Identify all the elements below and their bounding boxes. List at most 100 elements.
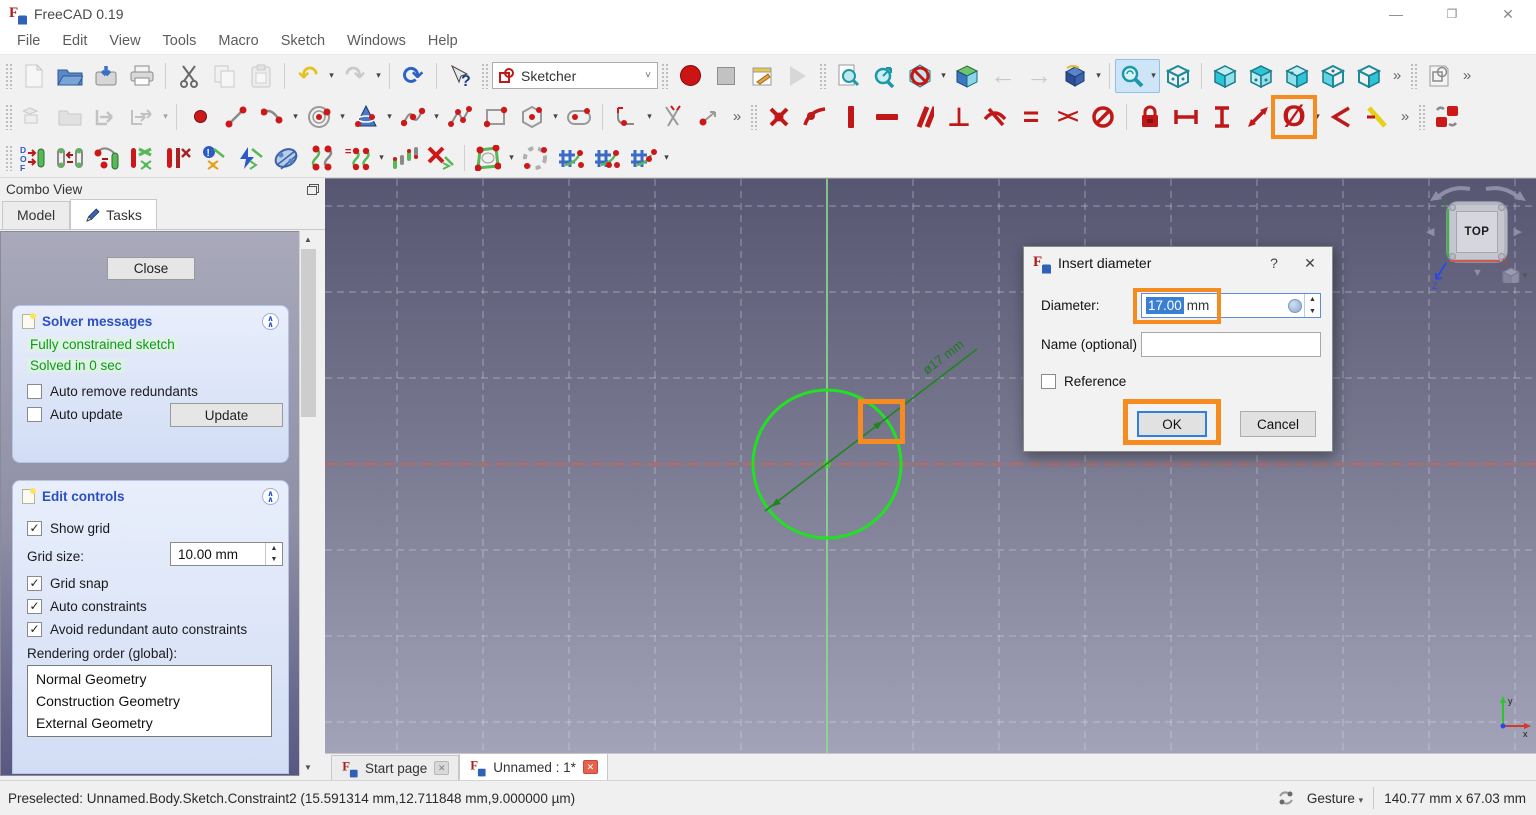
fit-selection-button[interactable] [866,59,902,93]
grid-size-spinner[interactable]: ▲▼ [265,543,282,565]
toolbar-overflow[interactable]: » [1395,108,1415,125]
float-panel-icon[interactable] [307,184,319,195]
menu-sketch[interactable]: Sketch [270,29,336,53]
tab-unnamed-document[interactable]: F Unnamed : 1* ✕ [459,753,608,780]
mirror-sketch-button[interactable] [268,141,304,175]
bspline-knot-multiplicity-button[interactable] [589,141,625,175]
navigation-cube[interactable]: TOP ◀ ▶ ▼ ▼ YXZ [1428,183,1528,295]
scroll-down-arrow[interactable]: ▼ [300,759,316,776]
toolbar-grip[interactable] [5,63,13,89]
toolbar-overflow[interactable]: » [1457,67,1477,84]
diameter-spinner[interactable]: ▲▼ [1304,294,1320,317]
nav-back-button[interactable]: ← [985,59,1021,93]
draw-style-dropdown[interactable]: ▾ [938,59,949,93]
view-top-button[interactable] [1243,59,1279,93]
bspline-degree-button[interactable] [553,141,589,175]
extend-button[interactable] [691,100,727,134]
part-structure-button[interactable] [16,100,52,134]
zoom-tool-button-active[interactable]: ▾ [1115,59,1160,93]
constrain-distance-button[interactable] [1240,100,1276,134]
show-grid-checkbox[interactable]: ✓ [27,521,42,536]
link-button[interactable] [88,100,124,134]
toolbar-overflow[interactable]: » [1387,67,1407,84]
constrain-horizontal-distance-button[interactable] [1168,100,1204,134]
make-link-button[interactable] [124,100,160,134]
menu-macro[interactable]: Macro [207,29,269,53]
close-tab-icon[interactable]: ✕ [583,760,598,774]
select-redundant-button[interactable] [124,141,160,175]
dialog-help-button[interactable]: ? [1259,255,1289,271]
view-axonometric-button[interactable] [1351,59,1387,93]
collapse-section-button[interactable]: ∧∧ [262,488,279,505]
constrain-lock-button[interactable] [1132,100,1168,134]
menu-help[interactable]: Help [417,29,469,53]
auto-constraints-checkbox[interactable]: ✓ [27,599,42,614]
constrain-angle-button[interactable] [1323,100,1359,134]
constrain-parallel-button[interactable] [905,100,941,134]
toolbar-grip[interactable] [750,104,758,130]
polygon-dropdown[interactable]: ▾ [550,100,561,134]
navcube-down-arrow[interactable]: ▼ [1472,267,1483,279]
cancel-button[interactable]: Cancel [1240,411,1316,437]
constrain-snells-law-button[interactable] [1359,100,1395,134]
macro-edit-button[interactable] [744,59,780,93]
select-dof-button[interactable]: DOF [16,141,52,175]
constrain-vertical-distance-button[interactable] [1204,100,1240,134]
avoid-redundant-checkbox[interactable]: ✓ [27,622,42,637]
view-rear-button[interactable] [1315,59,1351,93]
constrain-diameter-button[interactable]: Ø [1276,100,1312,134]
refresh-button[interactable]: ⟳ [395,59,431,93]
fillet-button[interactable] [608,100,644,134]
create-polyline-button[interactable] [442,100,478,134]
list-item[interactable]: Construction Geometry [28,690,271,712]
trim-button[interactable] [655,100,691,134]
close-button[interactable]: ✕ [1480,0,1536,28]
select-conflicting-button[interactable] [160,141,196,175]
select-malformed-button[interactable]: ! [196,141,232,175]
convert-to-bspline-button[interactable] [517,141,553,175]
scroll-up-arrow[interactable]: ▲ [300,231,316,248]
undo-button[interactable]: ↶ [290,59,326,93]
bspline-insert-knot-button[interactable] [625,141,661,175]
view-front-button[interactable] [1207,59,1243,93]
collapse-section-button[interactable]: ∧∧ [262,313,279,330]
menu-view[interactable]: View [98,29,151,53]
navcube-top-label[interactable]: TOP [1456,211,1498,253]
open-file-button[interactable] [52,59,88,93]
menu-windows[interactable]: Windows [336,29,417,53]
bspline-polygon-dropdown[interactable]: ▾ [506,141,517,175]
print-button[interactable] [124,59,160,93]
toolbar-grip[interactable] [5,104,13,130]
sketch-view-section-button[interactable] [1421,59,1457,93]
constrain-symmetric-button[interactable]: >< [1049,100,1085,134]
fit-all-button[interactable] [830,59,866,93]
constrain-perpendicular-button[interactable]: ⊥ [941,100,977,134]
workbench-selector[interactable]: Sketcher ˅ [492,62,658,89]
cut-button[interactable] [171,59,207,93]
wireframe-view-button[interactable] [1160,59,1196,93]
create-conic-button[interactable] [348,100,384,134]
create-slot-button[interactable] [561,100,597,134]
task-close-button[interactable]: Close [107,257,195,280]
create-line-button[interactable] [218,100,254,134]
close-tab-icon[interactable]: ✕ [434,761,449,775]
constrain-point-on-object-button[interactable] [797,100,833,134]
clone-button[interactable] [304,141,340,175]
grid-size-input[interactable]: 10.00 mm ▲▼ [170,542,283,566]
create-rectangle-button[interactable] [478,100,514,134]
constrain-horizontal-button[interactable] [869,100,905,134]
menu-edit[interactable]: Edit [51,29,98,53]
constrain-vertical-button[interactable] [833,100,869,134]
dialog-titlebar[interactable]: F Insert diameter ? ✕ [1024,247,1332,279]
grid-snap-checkbox[interactable]: ✓ [27,576,42,591]
reference-checkbox[interactable] [1041,374,1056,389]
conic-dropdown[interactable]: ▾ [384,100,395,134]
expression-editor-icon[interactable] [1288,299,1302,313]
constrain-block-button[interactable] [1085,100,1121,134]
dialog-close-button[interactable]: ✕ [1297,255,1323,272]
list-item[interactable]: Normal Geometry [28,668,271,690]
menu-tools[interactable]: Tools [152,29,208,53]
show-bspline-polygon-button[interactable] [470,141,506,175]
auto-update-checkbox[interactable] [27,407,42,422]
tab-tasks[interactable]: Tasks [70,199,157,229]
